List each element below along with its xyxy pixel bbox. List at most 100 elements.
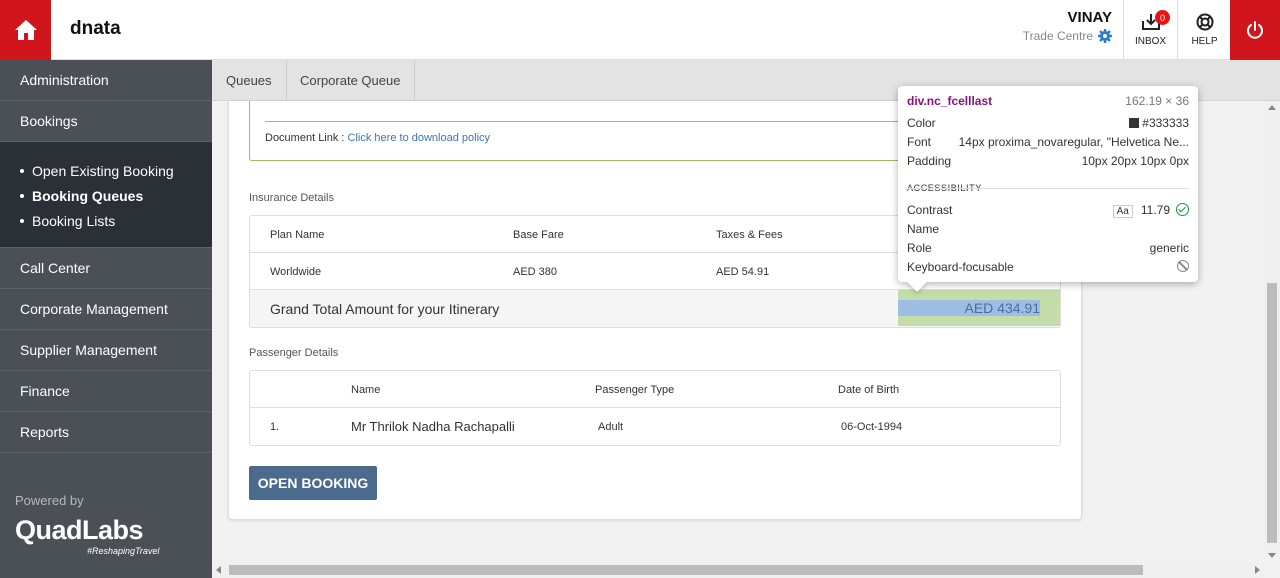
submenu-booking-queues[interactable]: Booking Queues	[20, 183, 212, 208]
inspector-contrast-row: Contrast Aa 11.79	[907, 203, 1189, 218]
grand-total-value: AED 434.91	[964, 300, 1041, 316]
contrast-aa-icon: Aa	[1112, 205, 1133, 218]
sidebar-item-reports[interactable]: Reports	[0, 412, 212, 453]
bullet-icon	[20, 193, 24, 198]
inspector-role-row: Role generic	[907, 241, 1189, 255]
passenger-section-title: Passenger Details	[249, 347, 339, 359]
inspector-color-value: #333333	[1142, 116, 1189, 130]
header-taxes-fees: Taxes & Fees	[716, 228, 783, 241]
not-focusable-icon	[1177, 260, 1189, 272]
tab-queues[interactable]: Queues	[212, 60, 287, 101]
submenu-label: Open Existing Booking	[32, 162, 174, 179]
inspector-padding-value: 10px 20px 10px 0px	[1081, 154, 1189, 168]
help-button[interactable]: HELP	[1177, 0, 1231, 60]
submenu-label: Booking Lists	[32, 212, 116, 229]
inspector-font-value: 14px proxima_novaregular, "Helvetica Ne.…	[958, 135, 1189, 149]
inspector-font-label: Font	[907, 135, 932, 149]
horizontal-scroll-thumb[interactable]	[229, 565, 1143, 575]
header-base-fare: Base Fare	[513, 228, 564, 241]
passenger-name: Mr Thrilok Nadha Rachapalli	[351, 419, 515, 434]
divider	[907, 188, 1189, 189]
grand-total-row: Grand Total Amount for your Itinerary AE…	[250, 290, 1060, 327]
lifebuoy-icon	[1196, 13, 1213, 31]
passenger-dob: 06-Oct-1994	[841, 420, 903, 433]
scroll-right-icon[interactable]	[1255, 566, 1260, 574]
help-label: HELP	[1191, 36, 1218, 47]
sidebar-item-supplier-management[interactable]: Supplier Management	[0, 330, 212, 371]
plan-name-cell: Worldwide	[270, 265, 322, 278]
horizontal-scrollbar[interactable]	[212, 562, 1264, 578]
user-name: VINAY	[1067, 9, 1112, 26]
header-date-of-birth: Date of Birth	[838, 383, 900, 396]
insurance-section-title: Insurance Details	[249, 192, 334, 204]
home-icon	[14, 20, 37, 40]
inspector-selector: div.nc_fcelllast	[907, 94, 993, 108]
powered-by-text: Powered by	[15, 493, 84, 508]
inspector-focusable-label: Keyboard-focusable	[907, 260, 1014, 274]
inspector-dimensions: 162.19 × 36	[1125, 94, 1189, 108]
inspector-name-row: Name	[907, 222, 1189, 236]
taxes-fees-cell: AED 54.91	[716, 265, 770, 278]
top-header: dnata VINAY Trade Centre 0 INBOX HELP	[0, 0, 1280, 60]
scroll-up-icon[interactable]	[1268, 105, 1276, 110]
inspector-padding-row: Padding 10px 20px 10px 0px	[907, 154, 1189, 168]
inspector-focusable-row: Keyboard-focusable	[907, 260, 1189, 274]
inbox-button[interactable]: 0 INBOX	[1123, 0, 1177, 60]
sidebar-item-call-center[interactable]: Call Center	[0, 248, 212, 289]
home-button[interactable]	[0, 0, 51, 60]
submenu-label: Booking Queues	[32, 187, 144, 204]
sidebar-item-administration[interactable]: Administration	[0, 60, 212, 101]
inspector-role-value: generic	[1149, 241, 1189, 255]
bullet-icon	[20, 218, 24, 223]
download-policy-link[interactable]: Click here to download policy	[348, 132, 490, 144]
inspector-padding-label: Padding	[907, 154, 952, 168]
document-link-label: Document Link :	[265, 132, 348, 144]
passenger-index: 1.	[270, 420, 280, 433]
sidebar-item-finance[interactable]: Finance	[0, 371, 212, 412]
inbox-label: INBOX	[1134, 36, 1167, 47]
user-location-text: Trade Centre	[1022, 29, 1093, 43]
quadlabs-tagline: #ReshapingTravel	[87, 546, 160, 556]
color-swatch-icon	[1129, 118, 1140, 128]
scroll-down-icon[interactable]	[1268, 553, 1276, 558]
passenger-type: Adult	[598, 420, 624, 433]
inbox-count-badge: 0	[1155, 10, 1170, 25]
logout-button[interactable]	[1230, 0, 1280, 60]
submenu-open-existing-booking[interactable]: Open Existing Booking	[20, 158, 212, 183]
inspector-color-label: Color	[907, 116, 936, 130]
bookings-submenu: Open Existing Booking Booking Queues Boo…	[0, 142, 212, 248]
tab-corporate-queue[interactable]: Corporate Queue	[286, 60, 416, 101]
check-circle-icon	[1176, 203, 1189, 216]
inspector-color-value-wrap: #333333	[1129, 116, 1189, 130]
header-passenger-type: Passenger Type	[595, 383, 675, 396]
vertical-scroll-thumb[interactable]	[1267, 283, 1277, 543]
power-icon	[1247, 21, 1263, 39]
sidebar-item-corporate-management[interactable]: Corporate Management	[0, 289, 212, 330]
header-name: Name	[351, 383, 381, 396]
inspector-contrast-value-wrap: Aa 11.79	[1112, 203, 1189, 218]
document-link-row: Document Link : Click here to download p…	[265, 132, 490, 144]
passenger-table: Name Passenger Type Date of Birth 1. Mr …	[249, 370, 1061, 446]
vertical-scrollbar[interactable]	[1264, 101, 1280, 562]
table-header-row: Name Passenger Type Date of Birth	[250, 371, 1060, 408]
sidebar-item-bookings[interactable]: Bookings	[0, 101, 212, 142]
inspector-font-row: Font 14px proxima_novaregular, "Helvetic…	[907, 135, 1189, 149]
open-booking-button[interactable]: OPEN BOOKING	[249, 466, 377, 500]
grand-total-value-cell: AED 434.91	[898, 290, 1060, 326]
inspector-contrast-value: 11.79	[1140, 203, 1170, 217]
inspector-contrast-label: Contrast	[907, 203, 953, 217]
scroll-left-icon[interactable]	[216, 566, 221, 574]
grand-total-label: Grand Total Amount for your Itinerary	[270, 300, 500, 317]
table-row: 1. Mr Thrilok Nadha Rachapalli Adult 06-…	[250, 408, 1060, 445]
user-block[interactable]: VINAY Trade Centre	[1023, 9, 1112, 43]
sidebar: Administration Bookings Open Existing Bo…	[0, 60, 212, 578]
inspector-color-row: Color #333333	[907, 116, 1189, 130]
bullet-icon	[20, 168, 24, 173]
inspector-header: div.nc_fcelllast 162.19 × 36	[907, 94, 1189, 108]
brand-name: dnata	[70, 18, 121, 39]
user-location: Trade Centre	[1023, 29, 1112, 43]
gear-icon[interactable]	[1098, 29, 1112, 43]
quadlabs-logo: QuadLabs	[15, 515, 144, 545]
inspector-role-label: Role	[907, 241, 932, 255]
submenu-booking-lists[interactable]: Booking Lists	[20, 208, 212, 233]
